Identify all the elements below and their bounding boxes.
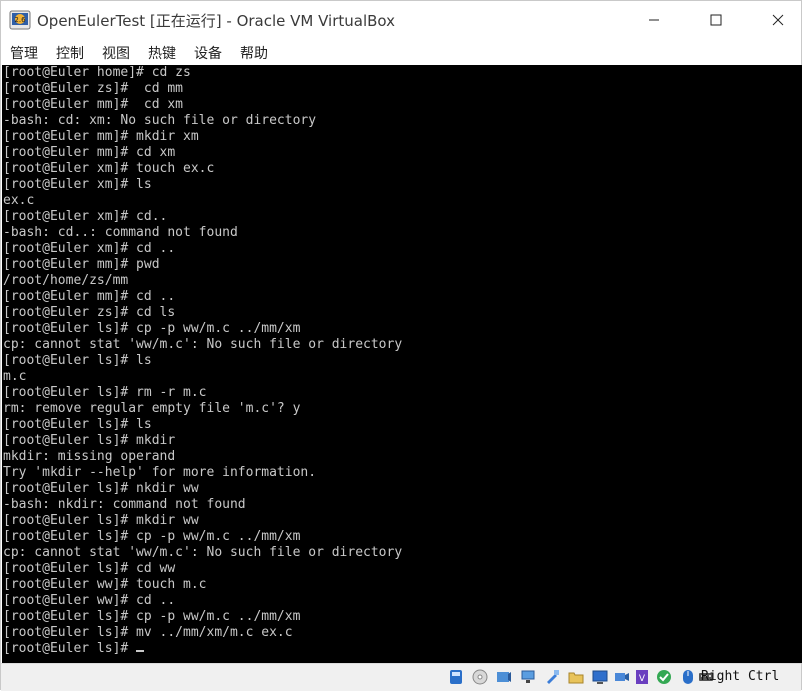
- terminal-line: [root@Euler ls]# cd ww: [3, 561, 176, 576]
- menu-item-view[interactable]: 视图: [102, 43, 130, 63]
- shared-folders-icon[interactable]: [567, 668, 585, 686]
- terminal-cursor: [136, 650, 145, 652]
- title-bar[interactable]: 2.6 OpenEulerTest [正在运行] - Oracle VM Vir…: [1, 1, 801, 39]
- terminal-line: [root@Euler ls]# mkdir ww: [3, 513, 199, 528]
- terminal-line: [root@Euler xm]# touch ex.c: [3, 161, 215, 176]
- terminal-line: cp: cannot stat 'ww/m.c': No such file o…: [3, 337, 403, 352]
- menu-bar: 管理 控制 视图 热键 设备 帮助: [1, 39, 801, 65]
- display-icon[interactable]: [591, 668, 609, 686]
- terminal-line: [root@Euler xm]# cd ..: [3, 241, 176, 256]
- terminal-line: [root@Euler mm]# cd xm: [3, 97, 184, 112]
- maximize-button[interactable]: [693, 1, 739, 39]
- mouse-integration-icon[interactable]: [679, 668, 697, 686]
- terminal-line: [root@Euler ls]# cp -p ww/m.c ../mm/xm: [3, 321, 301, 336]
- window-title: OpenEulerTest [正在运行] - Oracle VM Virtual…: [37, 12, 396, 30]
- optical-drive-icon[interactable]: [471, 668, 489, 686]
- terminal-line: mkdir: missing operand: [3, 449, 176, 464]
- close-button[interactable]: [755, 1, 801, 39]
- virtualbox-window: 2.6 OpenEulerTest [正在运行] - Oracle VM Vir…: [0, 0, 802, 691]
- terminal-line: /root/home/zs/mm: [3, 273, 129, 288]
- app-icon-label: 2.6: [14, 16, 26, 24]
- menu-item-help[interactable]: 帮助: [240, 43, 268, 63]
- terminal-line: [root@Euler ls]# cp -p ww/m.c ../mm/xm: [3, 529, 301, 544]
- terminal-line: [root@Euler xm]# ls: [3, 177, 152, 192]
- terminal-line: [root@Euler ls]# rm -r m.c: [3, 385, 207, 400]
- terminal-line: [root@Euler ww]# touch m.c: [3, 577, 207, 592]
- video-capture-icon[interactable]: [613, 668, 631, 686]
- host-key-label: Right Ctrl: [701, 669, 780, 684]
- terminal-line: [root@Euler ls]# mkdir: [3, 433, 176, 448]
- terminal-line: [root@Euler xm]# cd..: [3, 209, 168, 224]
- terminal-line: [root@Euler mm]# pwd: [3, 257, 160, 272]
- menu-item-hotkeys[interactable]: 热键: [148, 43, 176, 63]
- minimize-icon: [649, 19, 659, 21]
- terminal-line: m.c: [3, 369, 27, 384]
- terminal-line: -bash: cd: xm: No such file or directory: [3, 113, 317, 128]
- terminal-line: -bash: nkdir: command not found: [3, 497, 246, 512]
- terminal-line: cp: cannot stat 'ww/m.c': No such file o…: [3, 545, 403, 560]
- maximize-icon: [710, 14, 722, 26]
- menu-item-manage[interactable]: 管理: [10, 43, 38, 63]
- terminal-line: -bash: cd..: command not found: [3, 225, 238, 240]
- terminal-line: [root@Euler home]# cd zs: [3, 65, 191, 80]
- terminal-line: Try 'mkdir --help' for more information.: [3, 465, 317, 480]
- terminal-line: [root@Euler zs]# cd mm: [3, 81, 184, 96]
- terminal-line: [root@Euler ww]# cd ..: [3, 593, 176, 608]
- network-icon[interactable]: [519, 668, 537, 686]
- status-bar: V Right Ctrl: [1, 663, 801, 691]
- menu-item-control[interactable]: 控制: [56, 43, 84, 63]
- terminal-line: [root@Euler ls]# ls: [3, 353, 152, 368]
- terminal-line: [root@Euler mm]# cd ..: [3, 289, 176, 304]
- minimize-button[interactable]: [631, 1, 677, 39]
- virtualbox-app-icon: 2.6: [9, 10, 31, 30]
- terminal-line: [root@Euler ls]# ls: [3, 417, 152, 432]
- terminal-line: [root@Euler ls]# mv ../mm/xm/m.c ex.c: [3, 625, 293, 640]
- vt-x-icon[interactable]: [655, 668, 673, 686]
- svg-text:V: V: [639, 674, 646, 684]
- terminal-line: [root@Euler mm]# mkdir xm: [3, 129, 199, 144]
- audio-icon[interactable]: [495, 668, 513, 686]
- vm-terminal-screen[interactable]: [root@Euler home]# cd zs [root@Euler zs]#…: [2, 65, 802, 663]
- terminal-line: [root@Euler zs]# cd ls: [3, 305, 176, 320]
- terminal-line: [root@Euler ls]# cp -p ww/m.c ../mm/xm: [3, 609, 301, 624]
- terminal-line: ex.c: [3, 193, 35, 208]
- recording-icon[interactable]: V: [633, 668, 651, 686]
- terminal-line: [root@Euler mm]# cd xm: [3, 145, 176, 160]
- terminal-line: [root@Euler ls]# nkdir ww: [3, 481, 199, 496]
- terminal-line: [root@Euler ls]#: [2, 641, 802, 657]
- usb-icon[interactable]: [543, 668, 561, 686]
- storage-icon[interactable]: [447, 668, 465, 686]
- menu-item-devices[interactable]: 设备: [194, 43, 222, 63]
- close-icon: [772, 14, 784, 26]
- terminal-line: rm: remove regular empty file 'm.c'? y: [3, 401, 301, 416]
